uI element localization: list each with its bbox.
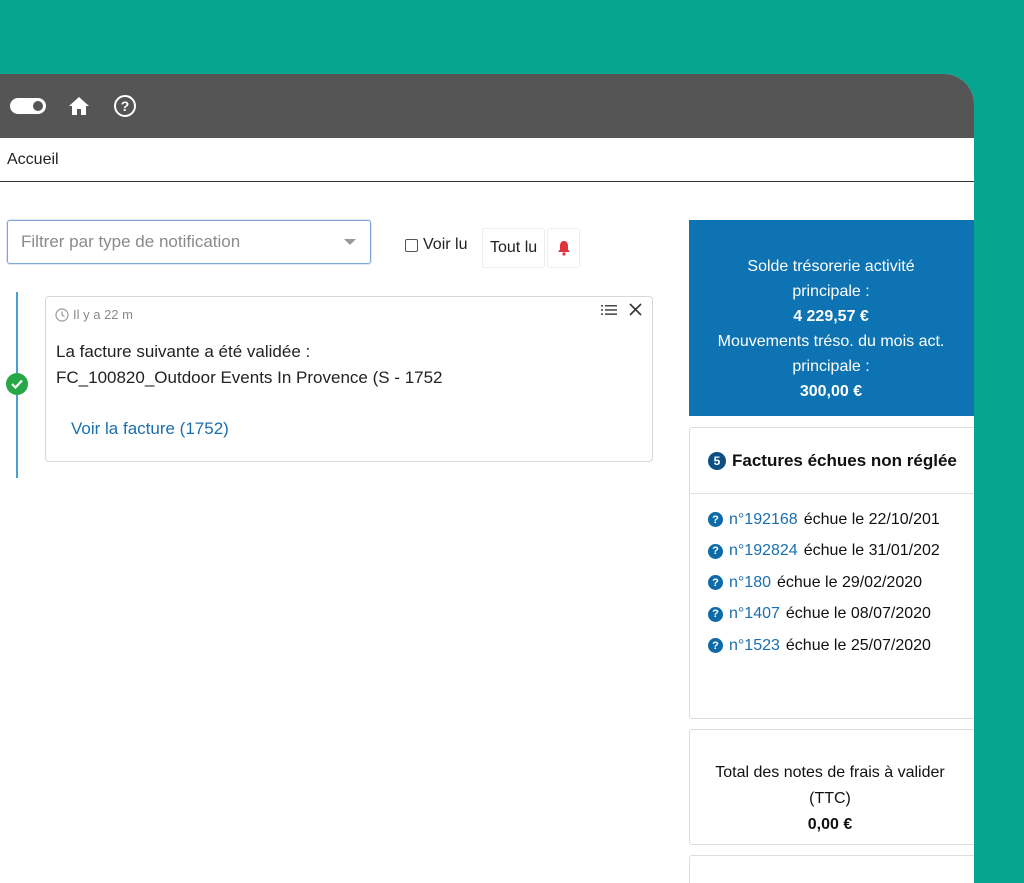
close-icon[interactable] — [629, 303, 642, 321]
list-item: ? n°192824 échue le 31/01/202 — [690, 536, 974, 568]
svg-text:?: ? — [121, 98, 130, 114]
treasury-label-1b: principale : — [792, 283, 870, 300]
notification-line-2: FC_100820_Outdoor Events In Provence (S … — [56, 368, 443, 387]
invoice-due-text: échue le 08/07/2020 — [785, 605, 931, 623]
question-icon[interactable]: ? — [708, 638, 723, 654]
invoice-number-link[interactable]: n°1407 — [729, 605, 780, 623]
invoice-number-link[interactable]: n°192824 — [729, 542, 798, 560]
expense-notes-value: 0,00 € — [807, 816, 853, 833]
invoice-due-text: échue le 31/01/202 — [803, 542, 940, 560]
treasury-value-2: 300,00 € — [799, 383, 863, 400]
notification-timestamp: Il y a 22 m — [55, 307, 133, 322]
question-icon[interactable]: ? — [708, 543, 723, 559]
treasury-label-2a: Mouvements tréso. du mois act. — [717, 333, 945, 350]
invoice-due-text: échue le 25/07/2020 — [785, 636, 931, 654]
treasury-balance-panel: Solde trésorerie activité principale : 4… — [689, 220, 974, 416]
list-icon[interactable] — [601, 303, 617, 321]
list-item: ? n°1523 échue le 25/07/2020 — [690, 630, 974, 662]
notification-type-filter[interactable]: Filtrer par type de notification — [7, 220, 371, 264]
overdue-invoices-header: 5 Factures échues non réglée — [690, 428, 974, 494]
overdue-invoices-card: 5 Factures échues non réglée ? n°192168 … — [689, 427, 974, 719]
expense-notes-label-a: Total des notes de frais à valider — [715, 764, 945, 781]
overdue-invoices-title: Factures échues non réglée — [732, 450, 957, 470]
question-icon[interactable]: ? — [708, 606, 723, 622]
chevron-down-icon — [344, 239, 356, 245]
invoice-due-text: échue le 29/02/2020 — [777, 573, 923, 591]
voir-lu-label: Voir lu — [423, 236, 468, 253]
invoice-number-link[interactable]: n°180 — [729, 574, 771, 592]
app-window: ? Accueil Filtrer par type de notificati… — [0, 74, 974, 883]
notification-card: Il y a 22 m La facture suivante a été va… — [45, 296, 653, 462]
main-content: Filtrer par type de notification Voir lu… — [0, 182, 974, 883]
notification-line-1: La facture suivante a été validée : — [56, 342, 311, 361]
list-item: ? n°192168 échue le 22/10/201 — [690, 504, 974, 536]
treasury-label-1a: Solde trésorerie activité — [747, 258, 915, 275]
invoice-due-text: échue le 22/10/201 — [803, 510, 940, 528]
check-icon — [6, 373, 28, 395]
list-item: ? n°1407 échue le 08/07/2020 — [690, 599, 974, 631]
view-invoice-link[interactable]: Voir la facture (1752) — [71, 419, 229, 439]
next-card — [689, 855, 974, 883]
filter-placeholder: Filtrer par type de notification — [21, 232, 241, 251]
invoice-number-link[interactable]: n°192168 — [729, 511, 798, 529]
help-icon[interactable]: ? — [112, 93, 138, 119]
count-badge: 5 — [708, 451, 726, 470]
checkbox-box[interactable] — [405, 238, 418, 252]
voir-lu-checkbox[interactable]: Voir lu — [405, 236, 467, 254]
time-label: Il y a 22 m — [73, 307, 133, 322]
top-navbar: ? — [0, 74, 974, 138]
list-item: ? n°180 échue le 29/02/2020 — [690, 567, 974, 599]
notification-actions — [601, 303, 642, 321]
bell-button[interactable] — [547, 228, 580, 268]
treasury-label-2b: principale : — [792, 358, 870, 375]
bell-icon — [557, 241, 570, 256]
invoice-number-link[interactable]: n°1523 — [729, 637, 780, 655]
breadcrumb-home[interactable]: Accueil — [7, 151, 59, 169]
clock-icon — [55, 307, 69, 322]
breadcrumb: Accueil — [0, 138, 974, 182]
question-icon[interactable]: ? — [708, 575, 723, 591]
expense-notes-label-b: (TTC) — [809, 790, 851, 807]
expense-notes-card: Total des notes de frais à valider (TTC)… — [689, 729, 974, 845]
overdue-invoices-list: ? n°192168 échue le 22/10/201 ? n°192824… — [690, 494, 974, 662]
question-icon[interactable]: ? — [708, 512, 723, 528]
notification-message: La facture suivante a été validée : FC_1… — [56, 339, 443, 391]
toggle-switch[interactable] — [10, 98, 46, 114]
home-icon[interactable] — [66, 93, 92, 119]
tout-lu-button[interactable]: Tout lu — [482, 228, 546, 268]
treasury-value-1: 4 229,57 € — [793, 308, 869, 325]
